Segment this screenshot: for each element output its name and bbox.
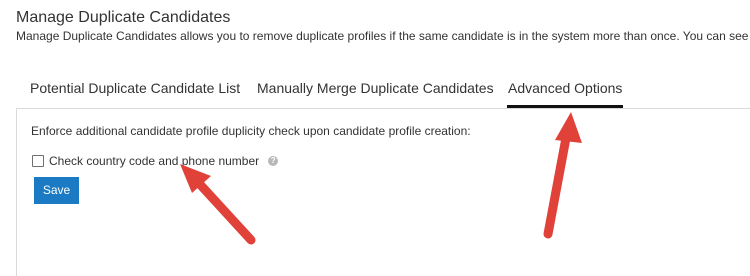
page-description: Manage Duplicate Candidates allows you t… <box>16 29 750 43</box>
enforce-check-label: Enforce additional candidate profile dup… <box>31 124 471 138</box>
tab-manually-merge[interactable]: Manually Merge Duplicate Candidates <box>257 72 494 108</box>
country-code-phone-label[interactable]: Check country code and phone number <box>49 154 259 168</box>
page: Manage Duplicate Candidates Manage Dupli… <box>0 0 750 276</box>
tab-advanced-options[interactable]: Advanced Options <box>507 72 624 108</box>
tab-potential-duplicate-list[interactable]: Potential Duplicate Candidate List <box>30 72 240 108</box>
page-title: Manage Duplicate Candidates <box>16 9 231 26</box>
option-row: Check country code and phone number ? <box>32 153 279 169</box>
save-button[interactable]: Save <box>34 177 79 204</box>
tab-bar: Potential Duplicate Candidate List Manua… <box>16 72 750 108</box>
question-circle-icon[interactable]: ? <box>268 156 279 166</box>
country-code-phone-checkbox[interactable] <box>32 155 44 167</box>
advanced-options-panel: Enforce additional candidate profile dup… <box>16 108 750 276</box>
